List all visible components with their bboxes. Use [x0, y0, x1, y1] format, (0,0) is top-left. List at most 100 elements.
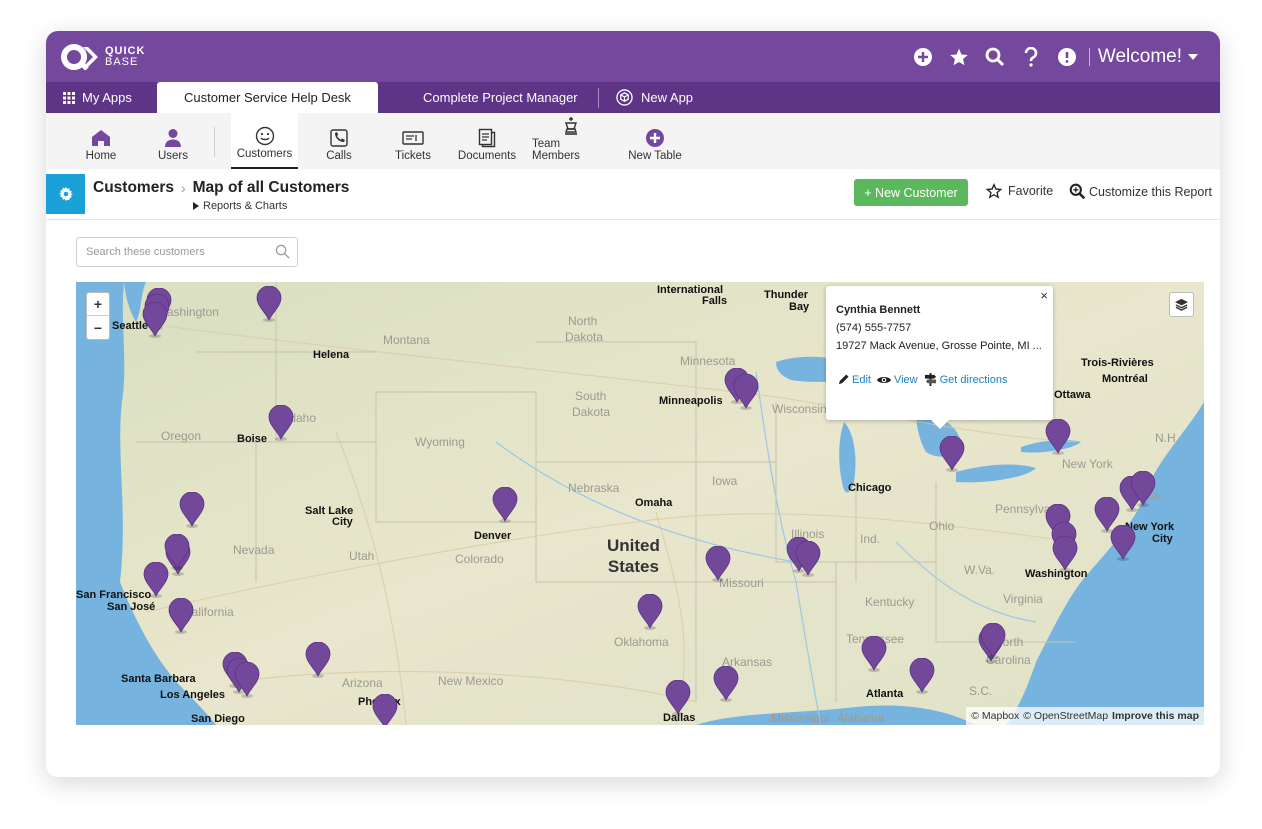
zoom-controls: + − [86, 292, 110, 340]
customer-marker-icon[interactable] [143, 562, 169, 598]
zoom-out-button[interactable]: − [87, 316, 109, 339]
city-label: City [332, 516, 353, 528]
table-label: Team Members [532, 138, 580, 162]
customer-marker-icon[interactable] [939, 436, 965, 472]
edit-link[interactable]: Edit [838, 374, 871, 386]
region-label: N.H. [1155, 431, 1179, 445]
table-label: New Table [628, 150, 682, 162]
popup-close-button[interactable]: × [1040, 288, 1048, 303]
search-icon[interactable] [275, 244, 290, 259]
customer-map[interactable]: Washington Montana North Dakota South Da… [76, 282, 1204, 725]
get-directions-link[interactable]: Get directions [924, 373, 1008, 386]
city-label: Trois-Rivières [1081, 357, 1154, 369]
customer-marker-icon[interactable] [1045, 419, 1071, 455]
gear-icon [58, 187, 73, 201]
city-label: San José [107, 601, 156, 613]
customer-marker-icon[interactable] [142, 302, 168, 338]
city-label: San Diego [191, 713, 245, 725]
chess-king-icon [565, 117, 577, 135]
alert-icon[interactable] [1049, 39, 1085, 75]
osm-link[interactable]: © OpenStreetMap [1023, 710, 1108, 722]
search-icon[interactable] [977, 39, 1013, 75]
customize-report-button[interactable]: Customize this Report [1069, 183, 1212, 200]
customer-marker-icon[interactable] [637, 594, 663, 630]
signpost-icon [924, 373, 936, 386]
add-icon[interactable] [905, 39, 941, 75]
customer-marker-icon[interactable] [713, 666, 739, 702]
improve-map-link[interactable]: Improve this map [1112, 710, 1199, 722]
new-customer-button[interactable]: + New Customer [854, 179, 968, 206]
logo-mark-icon [61, 44, 98, 70]
customer-marker-icon[interactable] [492, 487, 518, 523]
search-input[interactable] [86, 238, 266, 266]
region-label: Nebraska [568, 481, 620, 495]
zoom-in-button[interactable]: + [87, 293, 109, 316]
home-icon [92, 130, 110, 146]
table-item-home[interactable]: Home [76, 113, 126, 169]
phone-icon [330, 129, 348, 147]
app-tabs-bar: My Apps Customer Service Help Desk Compl… [46, 82, 1220, 113]
customer-marker-icon[interactable] [665, 680, 691, 716]
table-label: Users [157, 150, 189, 162]
breadcrumb-table-link[interactable]: Customers [93, 179, 174, 197]
country-label: United States [607, 535, 660, 577]
favorite-label: Favorite [1008, 184, 1054, 198]
customer-marker-icon[interactable] [733, 374, 759, 410]
customer-marker-icon[interactable] [1052, 536, 1078, 572]
star-icon[interactable] [941, 39, 977, 75]
customer-marker-icon[interactable] [168, 598, 194, 634]
table-item-tickets[interactable]: Tickets [388, 113, 438, 169]
table-item-calls[interactable]: Calls [314, 113, 364, 169]
city-label: Montréal [1102, 373, 1148, 385]
table-item-new-table[interactable]: New Table [626, 113, 684, 169]
new-app-link[interactable]: New App [616, 82, 693, 113]
table-label: Documents [457, 150, 517, 162]
city-label: Atlanta [866, 688, 904, 700]
table-item-team-members[interactable]: Team Members [532, 113, 610, 169]
customer-marker-icon[interactable] [909, 658, 935, 694]
edit-label: Edit [852, 373, 871, 386]
region-label: Virginia [1003, 592, 1043, 606]
mapbox-link[interactable]: © Mapbox [971, 710, 1019, 722]
top-bar: QUICK BASE Welcome! [46, 31, 1220, 82]
customer-marker-icon[interactable] [980, 623, 1006, 659]
customer-marker-icon[interactable] [268, 405, 294, 441]
city-label: Bay [789, 301, 810, 313]
welcome-menu[interactable]: Welcome! [1098, 46, 1198, 68]
customer-marker-icon[interactable] [372, 694, 398, 725]
view-link[interactable]: View [876, 374, 918, 386]
table-label: Customers [236, 148, 293, 160]
region-label: S.C. [969, 684, 993, 698]
ticket-icon [402, 131, 424, 145]
tab-customer-service-help-desk[interactable]: Customer Service Help Desk [157, 82, 378, 113]
city-label: Falls [702, 295, 728, 307]
table-item-users[interactable]: Users [148, 113, 198, 169]
customer-marker-icon[interactable] [1130, 471, 1156, 507]
customer-marker-icon[interactable] [1110, 525, 1136, 561]
region-label: Colorado [455, 552, 504, 566]
customer-marker-icon[interactable] [795, 541, 821, 577]
layers-button[interactable] [1169, 292, 1194, 317]
city-label: San Francisco [76, 589, 152, 601]
tab-label: Customer Service Help Desk [184, 90, 351, 105]
customer-marker-icon[interactable] [256, 286, 282, 322]
table-label: Tickets [395, 150, 431, 162]
my-apps-link[interactable]: My Apps [63, 82, 132, 113]
directions-label: Get directions [939, 373, 1008, 386]
table-item-documents[interactable]: Documents [457, 113, 517, 169]
customer-marker-icon[interactable] [179, 492, 205, 528]
plus-circle-icon [646, 129, 664, 147]
quickbase-logo[interactable]: QUICK BASE [61, 44, 145, 70]
tab-complete-project-manager[interactable]: Complete Project Manager [423, 82, 578, 113]
reports-charts-link[interactable]: Reports & Charts [193, 200, 287, 212]
favorite-button[interactable]: Favorite [986, 183, 1053, 199]
region-label: Kentucky [865, 595, 915, 609]
customer-marker-icon[interactable] [234, 662, 260, 698]
region-label: Oklahoma [614, 635, 669, 649]
settings-button[interactable] [46, 174, 85, 214]
table-item-customers[interactable]: Customers [231, 113, 298, 169]
customer-marker-icon[interactable] [305, 642, 331, 678]
help-icon[interactable] [1013, 39, 1049, 75]
customer-marker-icon[interactable] [705, 546, 731, 582]
customer-marker-icon[interactable] [861, 636, 887, 672]
